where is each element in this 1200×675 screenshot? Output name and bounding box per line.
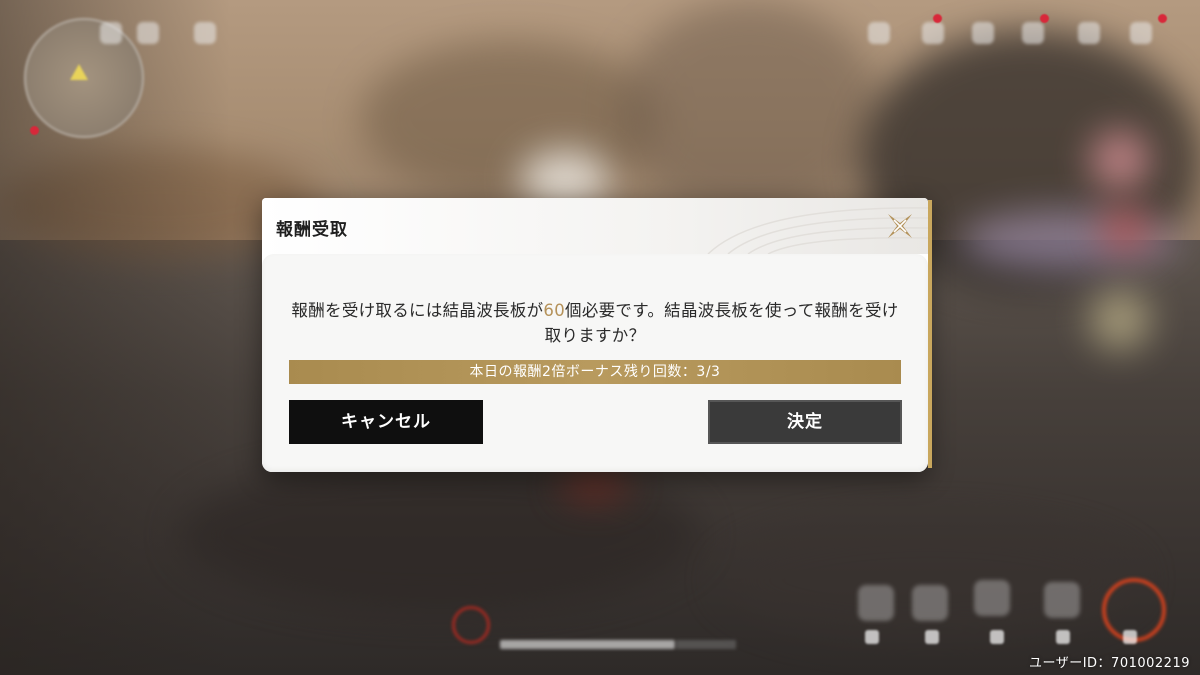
user-id-label: ユーザーID：701002219 [1028,656,1190,671]
keybind-icon [1123,630,1137,644]
dialog-header: 報酬受取 [262,198,928,254]
reward-claim-dialog: 報酬受取 報酬を受け取るには結晶波長板が60個必要です。結晶波長板を使って報酬を… [262,198,932,472]
hud-menu-icon[interactable] [1078,22,1100,44]
skill-slot-icon[interactable] [1044,582,1080,618]
character-portrait-icon [452,606,490,644]
message-text-part2: 個必要です。結晶波長板を使って報酬を受け取りますか？ [544,301,899,345]
confirm-message: 報酬を受け取るには結晶波長板が60個必要です。結晶波長板を使って報酬を受け取りま… [288,298,902,348]
notification-dot [933,14,942,23]
keybind-icon [1056,630,1070,644]
hud-menu-icon[interactable] [194,22,216,44]
notification-dot [1158,14,1167,23]
health-bar [500,640,675,649]
message-text-part1: 報酬を受け取るには結晶波長板が [291,301,544,320]
keybind-icon [990,630,1004,644]
skill-slot-icon[interactable] [912,585,948,621]
notification-dot [1040,14,1049,23]
keybind-icon [865,630,879,644]
hud-menu-icon[interactable] [972,22,994,44]
cancel-button[interactable]: キャンセル [289,400,483,444]
hud-menu-icon[interactable] [868,22,890,44]
required-count: 60 [543,301,566,320]
bonus-remaining-banner: 本日の報酬2倍ボーナス残り回数：3/3 [289,360,901,384]
confirm-button[interactable]: 決定 [708,400,902,444]
hud-menu-icon[interactable] [922,22,944,44]
dialog-title: 報酬受取 [276,220,348,240]
dialog-body: 報酬を受け取るには結晶波長板が60個必要です。結晶波長板を使って報酬を受け取りま… [262,254,928,472]
minimap-player-arrow-icon [70,64,88,80]
hud-menu-icon[interactable] [137,22,159,44]
notification-dot [30,126,39,135]
skill-slot-icon[interactable] [858,585,894,621]
hud-menu-icon[interactable] [100,22,122,44]
hud-menu-icon[interactable] [1022,22,1044,44]
close-icon[interactable] [880,206,920,246]
hud-menu-icon[interactable] [1130,22,1152,44]
health-bar-track [676,640,736,649]
skill-slot-icon[interactable] [974,580,1010,616]
keybind-icon [925,630,939,644]
